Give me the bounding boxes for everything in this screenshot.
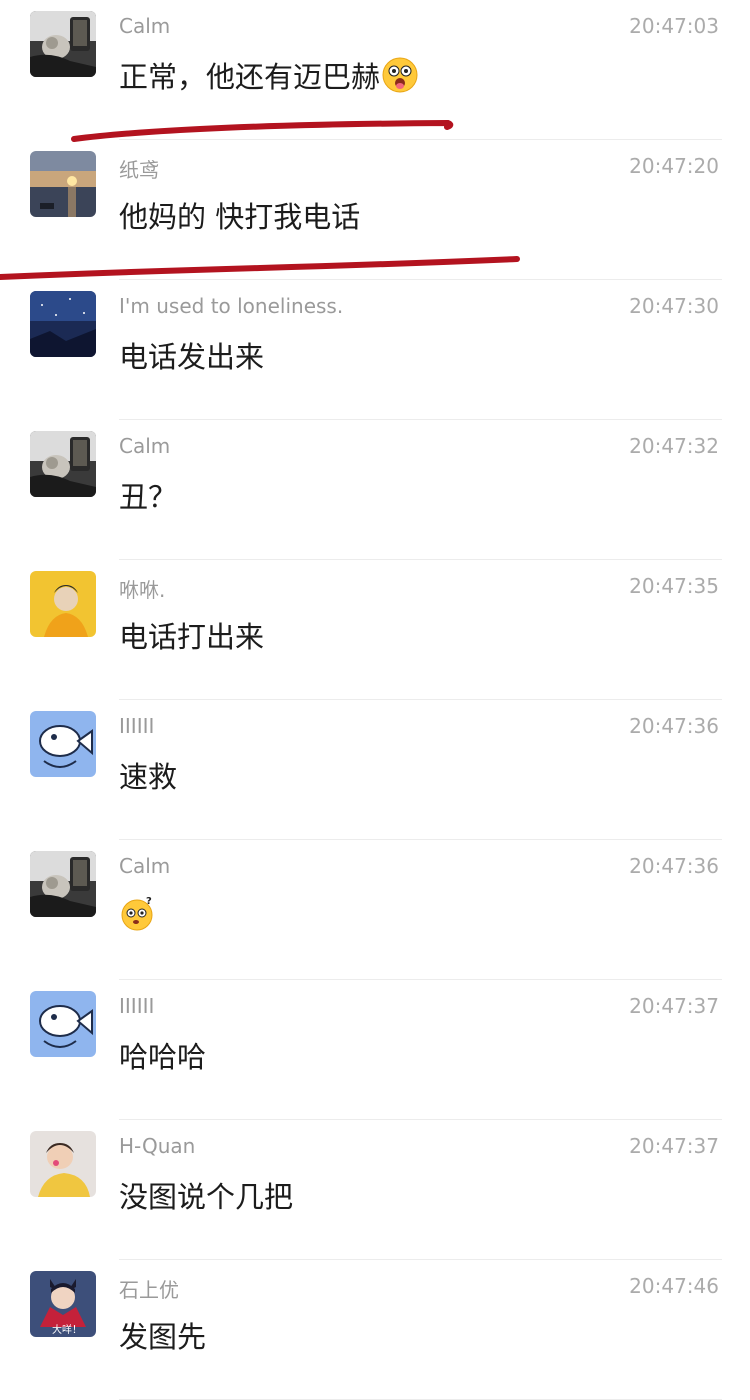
message-time: 20:47:46 xyxy=(629,1274,719,1298)
message-time: 20:47:37 xyxy=(629,994,719,1018)
shocked-tongue-emoji xyxy=(382,57,418,93)
yellow-portrait-avatar[interactable] xyxy=(30,571,96,637)
chat-message-list: Calm 20:47:03 正常，他还有迈巴赫 纸鸢 20:47:20 他妈的 … xyxy=(0,0,750,1400)
message-time: 20:47:20 xyxy=(629,154,719,178)
message-row[interactable]: 咻咻. 20:47:35 电话打出来 xyxy=(0,560,750,700)
message-text-content: 正常，他还有迈巴赫 xyxy=(119,60,381,94)
message-text: 正常，他还有迈巴赫 xyxy=(119,54,418,96)
message-row[interactable]: H-Quan 20:47:37 没图说个几把 xyxy=(0,1120,750,1260)
sender-name: I'm used to loneliness. xyxy=(119,294,344,318)
sender-name: Calm xyxy=(119,14,171,38)
message-text xyxy=(119,894,157,935)
message-text: 电话发出来 xyxy=(119,340,265,374)
sender-name: IIIIII xyxy=(119,994,155,1018)
baby-photo-avatar[interactable] xyxy=(30,1131,96,1197)
message-time: 20:47:37 xyxy=(629,1134,719,1158)
cat-selfie-avatar[interactable] xyxy=(30,851,96,917)
message-text: 速救 xyxy=(119,760,178,794)
message-time: 20:47:30 xyxy=(629,294,719,318)
sender-name: 纸鸢 xyxy=(119,158,159,182)
confused-question-emoji xyxy=(119,894,157,932)
message-time: 20:47:32 xyxy=(629,434,719,458)
cartoon-fish-avatar[interactable] xyxy=(30,711,96,777)
night-sky-avatar[interactable] xyxy=(30,291,96,357)
message-text: 丑？ xyxy=(119,480,178,514)
message-text: 没图说个几把 xyxy=(119,1180,294,1214)
avatar-caption: 大咩！ xyxy=(52,1323,82,1336)
sender-name: 石上优 xyxy=(119,1278,179,1302)
sender-name: 咻咻. xyxy=(119,578,166,602)
message-text: 电话打出来 xyxy=(119,620,265,654)
cartoon-fish-avatar[interactable] xyxy=(30,991,96,1057)
message-time: 20:47:36 xyxy=(629,854,719,878)
message-row[interactable]: Calm 20:47:03 正常，他还有迈巴赫 xyxy=(0,0,750,140)
message-text: 哈哈哈 xyxy=(119,1040,207,1074)
message-row[interactable]: Calm 20:47:32 丑？ xyxy=(0,420,750,560)
anime-character-avatar[interactable]: 大咩！ xyxy=(30,1271,96,1337)
message-row[interactable]: IIIIII 20:47:37 哈哈哈 xyxy=(0,980,750,1120)
message-time: 20:47:03 xyxy=(629,14,719,38)
cat-selfie-avatar[interactable] xyxy=(30,431,96,497)
sender-name: H-Quan xyxy=(119,1134,196,1158)
message-time: 20:47:36 xyxy=(629,714,719,738)
message-row[interactable]: 大咩！ 石上优 20:47:46 发图先 xyxy=(0,1260,750,1400)
message-time: 20:47:35 xyxy=(629,574,719,598)
sunset-lake-avatar[interactable] xyxy=(30,151,96,217)
message-row[interactable]: I'm used to loneliness. 20:47:30 电话发出来 xyxy=(0,280,750,420)
message-text: 发图先 xyxy=(119,1320,207,1354)
message-row[interactable]: IIIIII 20:47:36 速救 xyxy=(0,700,750,840)
message-row[interactable]: Calm 20:47:36 xyxy=(0,840,750,980)
sender-name: Calm xyxy=(119,434,171,458)
message-row[interactable]: 纸鸢 20:47:20 他妈的 快打我电话 xyxy=(0,140,750,280)
sender-name: IIIIII xyxy=(119,714,155,738)
cat-selfie-avatar[interactable] xyxy=(30,11,96,77)
message-text: 他妈的 快打我电话 xyxy=(119,200,361,234)
sender-name: Calm xyxy=(119,854,171,878)
